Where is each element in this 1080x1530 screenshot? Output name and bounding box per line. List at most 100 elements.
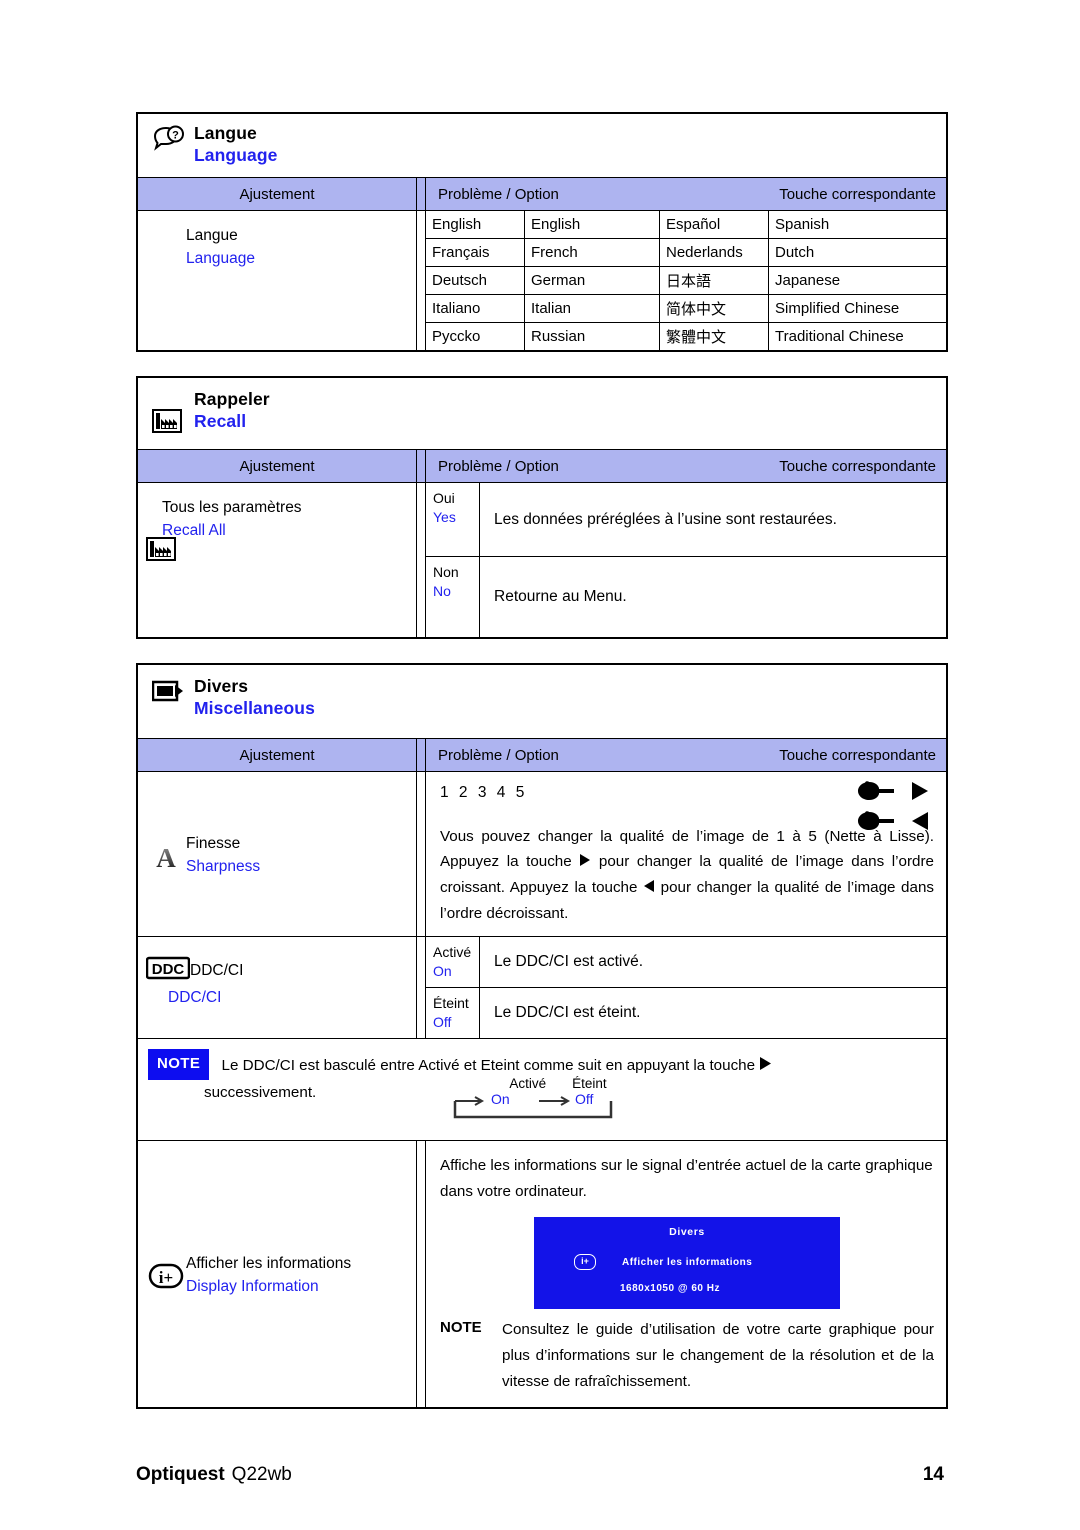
- lang-english: Simplified Chinese: [768, 294, 946, 323]
- ddcci-note-text-1: Le DDC/CI est basculé entre Activé et Et…: [221, 1057, 760, 1074]
- sharpness-label-fr: Finesse: [186, 835, 241, 852]
- section-miscellaneous: Divers Miscellaneous Ajustement Problème…: [136, 663, 948, 1409]
- triangle-right-icon: [579, 850, 591, 875]
- hand-right-arrow-hint: [854, 778, 932, 804]
- column-divider: [416, 1141, 426, 1407]
- table-row: Éteint Off Le DDC/CI est éteint.: [426, 988, 946, 1038]
- recall-option-key: Non No: [426, 557, 480, 637]
- monitor-arrow-icon: [152, 676, 192, 703]
- section-language: ? Langue Language Ajustement Problème / …: [136, 112, 948, 352]
- column-divider: [416, 739, 426, 771]
- toggle-value-on: On: [491, 1091, 510, 1107]
- display-info-description: Affiche les informations sur le signal d…: [440, 1157, 933, 1200]
- ddcci-label-fr: DDC/CI: [190, 961, 244, 979]
- section-language-header: ? Langue Language: [138, 114, 946, 177]
- lang-native: 简体中文: [659, 294, 769, 323]
- column-divider: [416, 483, 426, 637]
- option-key-en: Yes: [433, 509, 456, 525]
- toggle-value-off: Off: [575, 1091, 594, 1107]
- note-label: NOTE: [440, 1319, 482, 1336]
- table-row: Italiano Italian 简体中文 Simplified Chinese: [426, 294, 946, 323]
- section-recall: Rappeler Recall Ajustement Problème / Op…: [136, 376, 948, 639]
- display-info-label-fr: Afficher les informations: [186, 1255, 352, 1272]
- lang-english: English: [524, 211, 660, 239]
- row-language: Langue Language English English Español …: [138, 211, 946, 350]
- triangle-left-icon: [643, 876, 655, 901]
- table-row: Français French Nederlands Dutch: [426, 238, 946, 267]
- column-header-key: Touche correspondante: [779, 185, 936, 203]
- table-row: Pycckо Russian 繁體中文 Traditional Chinese: [426, 322, 946, 350]
- factory-icon: [152, 389, 192, 433]
- option-key-en: On: [433, 963, 452, 979]
- document-page: ? Langue Language Ajustement Problème / …: [0, 0, 1080, 1530]
- recall-label-fr: Tous les paramètres: [162, 499, 302, 516]
- letter-a-icon: A: [146, 842, 186, 870]
- lang-native: Italiano: [426, 294, 525, 323]
- lang-english: German: [524, 266, 660, 295]
- row-ddcci: DDC DDC/CI DDC/CI Activé On Le DDC/CI es…: [138, 937, 946, 1038]
- lang-english: Dutch: [768, 238, 946, 267]
- column-divider: [416, 211, 426, 350]
- column-header-key: Touche correspondante: [779, 746, 936, 764]
- display-info-desc-cell: Affiche les informations sur le signal d…: [426, 1141, 946, 1407]
- footer-page-number: 14: [922, 1464, 944, 1485]
- language-item: Langue Language: [146, 225, 408, 271]
- recall-label-en: Recall All: [162, 522, 226, 539]
- recall-item-cell: Tous les paramètres Recall All: [138, 483, 416, 637]
- language-table: English English Español Spanish Français…: [426, 211, 946, 350]
- language-item-cell: Langue Language: [138, 211, 416, 350]
- section-language-titles: Langue Language: [192, 123, 277, 166]
- section-misc-titles: Divers Miscellaneous: [192, 676, 315, 719]
- svg-text:i+: i+: [159, 1268, 173, 1287]
- display-info-item-cell: i+ Afficher les informations Display Inf…: [138, 1141, 416, 1407]
- column-divider: [416, 772, 426, 936]
- column-divider: [416, 178, 426, 210]
- recall-option-key: Oui Yes: [426, 483, 480, 556]
- display-info-note-text: Consultez le guide d’utilisation de votr…: [502, 1321, 934, 1390]
- ddcci-item-cell: DDC DDC/CI DDC/CI: [138, 937, 416, 1038]
- svg-text:?: ?: [172, 130, 179, 142]
- section-recall-header: Rappeler Recall: [138, 378, 946, 449]
- lang-english: Japanese: [768, 266, 946, 295]
- svg-text:DDC: DDC: [152, 961, 185, 978]
- ddcci-toggle-diagram: Activé Éteint On Off: [435, 1076, 647, 1128]
- column-header-language: Ajustement Problème / Option Touche corr…: [138, 177, 946, 211]
- option-key-en: Off: [433, 1014, 452, 1030]
- table-row: Activé On Le DDC/CI est activé.: [426, 937, 946, 988]
- osd-preview: Divers i+ Afficher les informations 1680…: [534, 1217, 840, 1309]
- language-label-en: Language: [186, 250, 255, 267]
- column-header-problem-option: Problème / Option: [438, 457, 559, 475]
- lang-native: Deutsch: [426, 266, 525, 295]
- option-key-en: No: [433, 583, 451, 599]
- row-sharpness: A Finesse Sharpness 1 2 3 4 5 Vous pouve…: [138, 772, 946, 937]
- column-header-recall: Ajustement Problème / Option Touche corr…: [138, 449, 946, 483]
- lang-native: Pycckо: [426, 322, 525, 350]
- sharpness-label-en: Sharpness: [186, 858, 261, 875]
- column-header-problem-option: Problème / Option: [438, 185, 559, 203]
- toggle-label-on-fr: Activé: [509, 1076, 547, 1091]
- triangle-right-icon: [759, 1054, 772, 1080]
- row-recall: Tous les paramètres Recall All Oui Yes L…: [138, 483, 946, 637]
- osd-resolution: 1680x1050 @ 60 Hz: [620, 1283, 720, 1294]
- speech-bubble-question-icon: ?: [152, 123, 192, 151]
- section-recall-titles: Rappeler Recall: [192, 389, 270, 432]
- lang-native: Nederlands: [659, 238, 769, 267]
- recall-options-cell: Oui Yes Les données préréglées à l’usine…: [426, 483, 946, 637]
- lang-native: English: [426, 211, 525, 239]
- sharpness-desc-cell: 1 2 3 4 5 Vous pouvez changer la qualité…: [426, 772, 946, 936]
- footer-brand-group: Optiquest Q22wb: [136, 1464, 292, 1486]
- column-header-problem-option: Problème / Option: [438, 746, 559, 764]
- footer-model: Q22wb: [231, 1464, 292, 1485]
- lang-english: Russian: [524, 322, 660, 350]
- option-key-fr: Non: [433, 564, 459, 580]
- ddcci-options-cell: Activé On Le DDC/CI est activé. Éteint O…: [426, 937, 946, 1038]
- sharpness-description: Vous pouvez changer la qualité de l’imag…: [440, 824, 936, 926]
- recall-option-desc: Retourne au Menu.: [494, 588, 627, 605]
- table-row: English English Español Spanish: [426, 211, 946, 239]
- osd-title: Divers: [669, 1226, 705, 1238]
- option-key-fr: Éteint: [433, 995, 469, 1011]
- language-options-cell: English English Español Spanish Français…: [426, 211, 946, 350]
- ddcci-option-key: Éteint Off: [426, 988, 480, 1038]
- lang-english: French: [524, 238, 660, 267]
- section-title-fr: Divers: [194, 676, 249, 696]
